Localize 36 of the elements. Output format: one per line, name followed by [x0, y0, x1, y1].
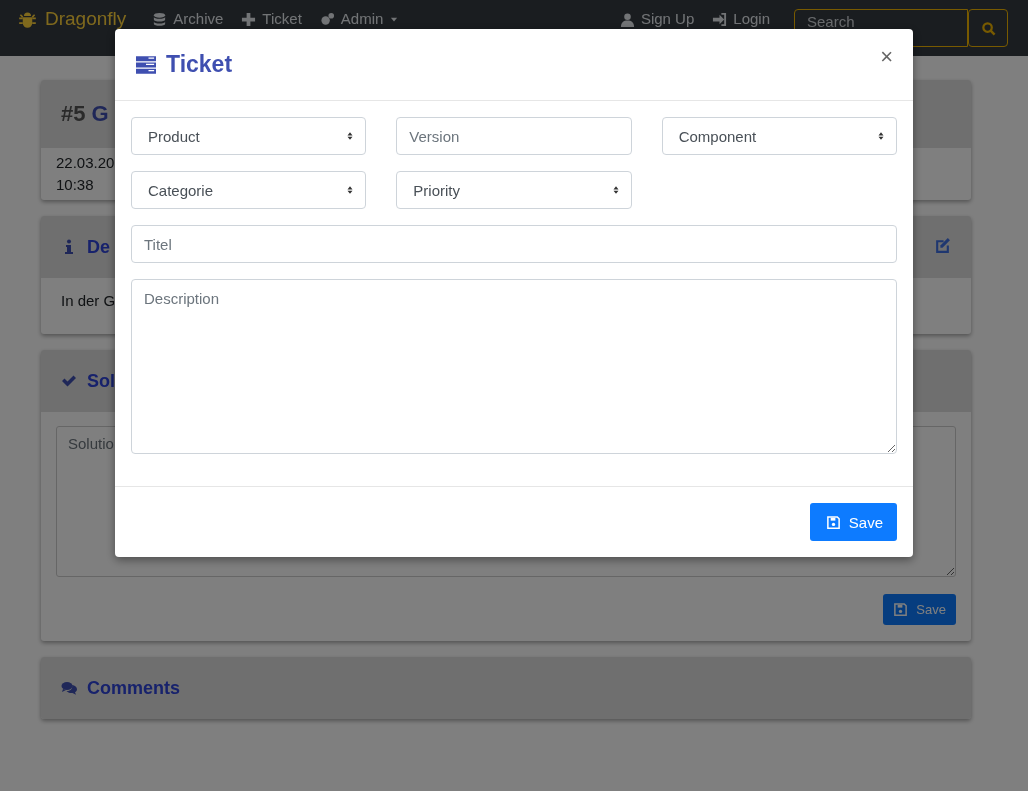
database-icon — [152, 11, 168, 27]
search-field[interactable]: Search — [794, 9, 968, 47]
speech-bubbles-icon — [61, 680, 77, 696]
card-title: De — [87, 236, 110, 258]
sign-in-icon — [712, 11, 728, 27]
select-field[interactable]: Priority — [396, 171, 632, 209]
server-icon — [134, 54, 158, 75]
select-field[interactable]: Component — [661, 117, 897, 155]
sort-icon — [876, 130, 886, 142]
card-title: Comments — [87, 677, 180, 699]
nav-link[interactable]: Sign Up — [619, 10, 695, 28]
brand-link[interactable]: Dragonfly — [18, 9, 127, 29]
select-field[interactable]: Categorie — [131, 171, 367, 209]
date-text: 10:38 — [56, 175, 95, 195]
check-icon — [61, 373, 77, 389]
card-title: Sol — [87, 370, 115, 392]
bug-icon — [18, 9, 37, 29]
input-field[interactable]: Version — [396, 117, 632, 155]
user-icon — [619, 11, 635, 27]
ticket-title: #5 G — [61, 101, 109, 127]
search-icon — [980, 20, 996, 36]
modal-title: Ticket — [166, 51, 233, 78]
save-button[interactable]: Save — [809, 503, 897, 541]
date-text: 22.03.20 — [56, 153, 116, 173]
plus-icon — [241, 11, 257, 27]
nav-link[interactable]: Admin — [319, 10, 400, 28]
nav-link[interactable]: Ticket — [241, 10, 302, 28]
title-field[interactable]: Titel — [131, 225, 897, 263]
search-button[interactable] — [968, 9, 1008, 47]
save-button[interactable]: Save — [883, 594, 956, 625]
nav-link[interactable]: Archive — [152, 10, 224, 28]
select-field[interactable]: Product — [131, 117, 367, 155]
nav-link[interactable]: Login — [712, 10, 770, 28]
edit-icon — [934, 237, 951, 254]
description-text: In der G — [61, 291, 116, 311]
description-field[interactable]: Description — [131, 279, 897, 454]
